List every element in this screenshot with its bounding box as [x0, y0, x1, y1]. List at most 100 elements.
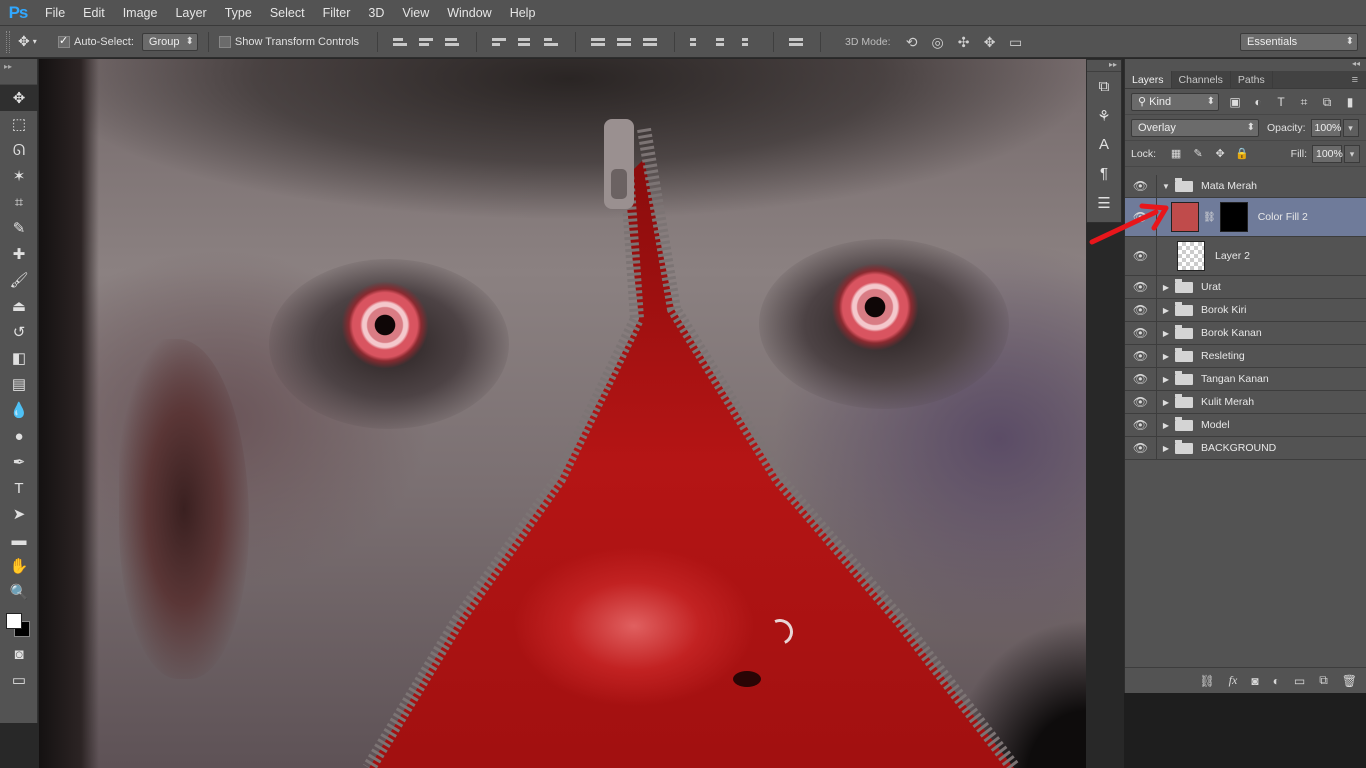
- visibility-eye-icon[interactable]: 👁: [1125, 414, 1157, 436]
- filter-shape-icon[interactable]: ⌗: [1297, 95, 1311, 109]
- align-bottom-icon[interactable]: [445, 34, 461, 50]
- layer-row[interactable]: 👁 ▶ Borok Kanan: [1125, 322, 1366, 345]
- align-right-icon[interactable]: [544, 34, 560, 50]
- layer-row[interactable]: 👁 ▶ BACKGROUND: [1125, 437, 1366, 460]
- move-tool-icon[interactable]: ✥: [0, 85, 38, 111]
- tab-paths[interactable]: Paths: [1231, 71, 1273, 88]
- visibility-eye-icon[interactable]: 👁: [1125, 276, 1157, 298]
- filter-kind-dropdown[interactable]: ⚲ Kind: [1131, 92, 1219, 111]
- distribute-hcenter-icon[interactable]: [716, 34, 732, 50]
- visibility-eye-icon[interactable]: 👁: [1125, 322, 1157, 344]
- layer-row[interactable]: 👁 ▼ Mata Merah: [1125, 175, 1366, 198]
- character-icon[interactable]: A: [1087, 130, 1121, 159]
- layer-thumbnail[interactable]: [1177, 241, 1205, 271]
- menu-view[interactable]: View: [393, 0, 438, 26]
- expand-triangle-icon[interactable]: ▶: [1159, 306, 1173, 315]
- photoshop-logo[interactable]: Ps: [0, 0, 36, 26]
- layer-row[interactable]: 👁 ▶ Kulit Merah: [1125, 391, 1366, 414]
- expand-triangle-icon[interactable]: ▶: [1159, 375, 1173, 384]
- visibility-eye-icon[interactable]: 👁: [1125, 391, 1157, 413]
- menu-edit[interactable]: Edit: [74, 0, 114, 26]
- panel-menu-icon[interactable]: ≡: [1352, 71, 1366, 88]
- lock-position-icon[interactable]: ✥: [1213, 147, 1227, 161]
- 3d-slide-icon[interactable]: ✥: [981, 34, 999, 50]
- menu-select[interactable]: Select: [261, 0, 314, 26]
- blur-tool-icon[interactable]: 💧: [0, 397, 38, 423]
- distribute-left-icon[interactable]: [690, 34, 706, 50]
- layer-row[interactable]: 👁 ▶ Tangan Kanan: [1125, 368, 1366, 391]
- layer-row[interactable]: 👁 ▶ Model: [1125, 414, 1366, 437]
- distribute-vcenter-icon[interactable]: [617, 34, 633, 50]
- layer-row[interactable]: 👁 ▶ Resleting: [1125, 345, 1366, 368]
- eyedropper-tool-icon[interactable]: ✎: [0, 215, 38, 241]
- 3d-drag-icon[interactable]: ✣: [955, 34, 973, 50]
- lock-transparent-icon[interactable]: ▦: [1169, 147, 1183, 161]
- hand-tool-icon[interactable]: ✋: [0, 553, 38, 579]
- dock-header[interactable]: ▸▸: [1087, 60, 1121, 72]
- tool-preset-picker[interactable]: ✥ ▾: [18, 33, 58, 50]
- visibility-eye-icon[interactable]: 👁: [1125, 299, 1157, 321]
- foreground-color-swatch[interactable]: [6, 613, 22, 629]
- 3d-scale-icon[interactable]: ▭: [1007, 34, 1025, 50]
- options-grip[interactable]: [6, 30, 10, 53]
- visibility-eye-icon[interactable]: 👁: [1125, 368, 1157, 390]
- expand-triangle-icon[interactable]: ▶: [1159, 329, 1173, 338]
- brush-presets-icon[interactable]: ⚘: [1087, 101, 1121, 130]
- menu-file[interactable]: File: [36, 0, 74, 26]
- mask-thumbnail[interactable]: [1219, 202, 1248, 232]
- opacity-slider-toggle[interactable]: ▾: [1342, 118, 1359, 137]
- blend-mode-dropdown[interactable]: Overlay: [1131, 118, 1259, 137]
- path-selection-tool-icon[interactable]: ➤: [0, 501, 38, 527]
- menu-layer[interactable]: Layer: [166, 0, 215, 26]
- add-mask-icon[interactable]: ◙: [1251, 674, 1258, 688]
- filter-smart-object-icon[interactable]: ⧉: [1320, 95, 1334, 109]
- lock-all-icon[interactable]: 🔒: [1235, 147, 1249, 161]
- new-group-icon[interactable]: ▭: [1294, 674, 1305, 688]
- brush-tool-icon[interactable]: 🖌: [0, 267, 38, 293]
- auto-align-icon[interactable]: [789, 34, 805, 50]
- gradient-tool-icon[interactable]: ▤: [0, 371, 38, 397]
- new-adjustment-icon[interactable]: ◐: [1273, 674, 1280, 688]
- eraser-tool-icon[interactable]: ◧: [0, 345, 38, 371]
- distribute-top-icon[interactable]: [591, 34, 607, 50]
- tools-panel-header[interactable]: ▸▸: [0, 59, 37, 85]
- opacity-input[interactable]: 100%: [1310, 118, 1341, 137]
- expand-triangle-icon[interactable]: ▶: [1159, 283, 1173, 292]
- tab-channels[interactable]: Channels: [1172, 71, 1231, 88]
- visibility-eye-icon[interactable]: 👁: [1125, 175, 1157, 197]
- align-vcenter-icon[interactable]: [419, 34, 435, 50]
- menu-filter[interactable]: Filter: [314, 0, 360, 26]
- trash-icon[interactable]: 🗑: [1342, 674, 1357, 688]
- menu-image[interactable]: Image: [114, 0, 167, 26]
- filter-type-icon[interactable]: T: [1274, 95, 1288, 109]
- fill-input[interactable]: 100%: [1312, 144, 1343, 163]
- pen-tool-icon[interactable]: ✒: [0, 449, 38, 475]
- workspace-switcher[interactable]: Essentials: [1240, 33, 1358, 51]
- expand-triangle-icon[interactable]: ▶: [1159, 421, 1173, 430]
- lasso-tool-icon[interactable]: ᘏ: [0, 137, 38, 163]
- auto-select-dropdown[interactable]: Group: [141, 32, 198, 51]
- rectangle-tool-icon[interactable]: ▬: [0, 527, 38, 553]
- collapse-triangle-icon[interactable]: ▼: [1159, 182, 1173, 191]
- expand-triangle-icon[interactable]: ▶: [1159, 444, 1173, 453]
- document-canvas[interactable]: [39, 59, 1086, 768]
- filter-adjustment-icon[interactable]: ◐: [1251, 95, 1265, 109]
- quick-mask-icon[interactable]: ◙: [0, 641, 38, 667]
- magic-wand-tool-icon[interactable]: ✶: [0, 163, 38, 189]
- menu-type[interactable]: Type: [216, 0, 261, 26]
- layer-row[interactable]: 👁 ▶ Urat: [1125, 276, 1366, 299]
- filter-pixel-icon[interactable]: ▣: [1228, 95, 1242, 109]
- fx-icon[interactable]: fx: [1229, 673, 1238, 688]
- marquee-tool-icon[interactable]: ⬚: [0, 111, 38, 137]
- layer-row[interactable]: 👁 ▶ Borok Kiri: [1125, 299, 1366, 322]
- show-transform-checkbox[interactable]: [218, 35, 231, 48]
- link-layers-icon[interactable]: ⛓: [1199, 674, 1214, 688]
- expand-triangle-icon[interactable]: ▶: [1159, 398, 1173, 407]
- screen-mode-icon[interactable]: ▭: [0, 667, 38, 693]
- distribute-right-icon[interactable]: [742, 34, 758, 50]
- lock-image-icon[interactable]: ✎: [1191, 147, 1205, 161]
- 3d-roll-icon[interactable]: ◎: [929, 34, 947, 50]
- 3d-rotate-icon[interactable]: ⟲: [903, 34, 921, 50]
- filter-toggle-icon[interactable]: ▮: [1343, 95, 1357, 109]
- new-layer-icon[interactable]: ⧉: [1319, 673, 1328, 688]
